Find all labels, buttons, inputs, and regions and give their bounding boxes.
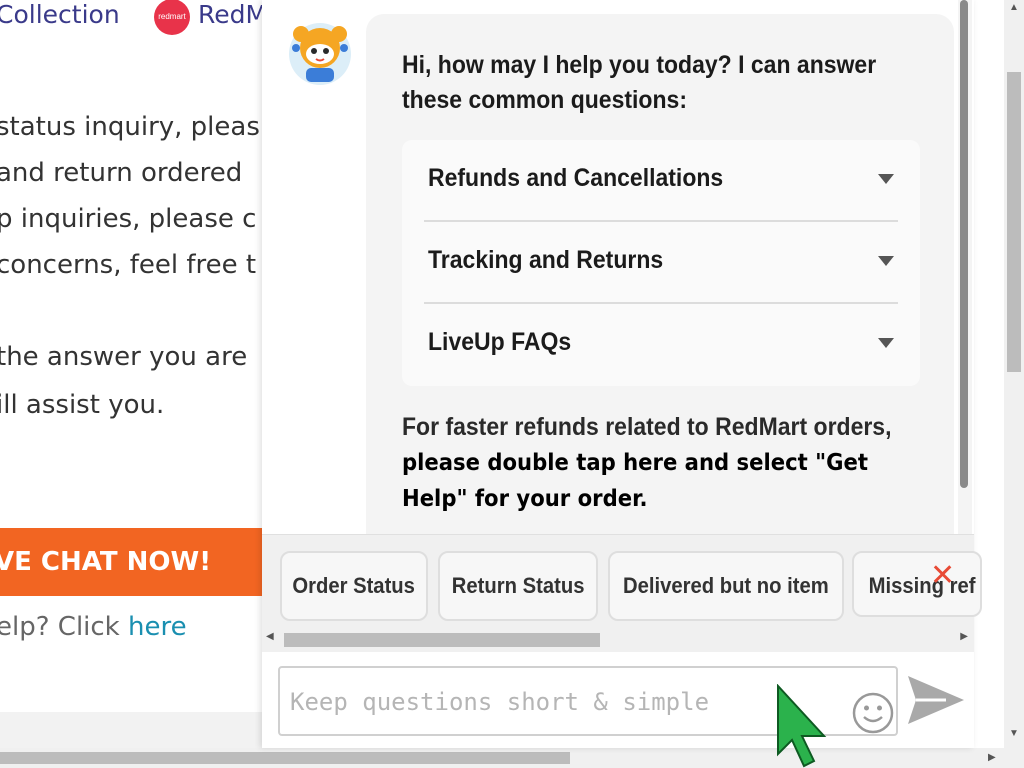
- nav-link-collection[interactable]: Collection: [0, 0, 120, 29]
- bot-greeting: Hi, how may I help you today? I can answ…: [402, 51, 877, 114]
- help-text-line: ill assist you.: [0, 390, 165, 420]
- scrollbar-corner: [1004, 748, 1024, 768]
- page-horizontal-scrollbar[interactable]: ▶: [0, 748, 1004, 768]
- page-horizontal-scroll-thumb[interactable]: [0, 752, 570, 764]
- help-link-line: elp? Click here: [0, 612, 187, 642]
- chat-message-area: Hi, how may I help you today? I can answ…: [262, 0, 974, 534]
- faq-item-label: Refunds and Cancellations: [428, 164, 724, 192]
- nav-link-redmart[interactable]: RedM: [198, 0, 267, 29]
- quick-reply-missing-refund[interactable]: Missing ref: [852, 551, 982, 617]
- faq-item-refunds[interactable]: Refunds and Cancellations: [424, 140, 898, 222]
- help-text-line: and return ordered: [0, 158, 243, 188]
- faq-item-liveup[interactable]: LiveUp FAQs: [424, 304, 898, 384]
- live-chat-button-label: VE CHAT NOW!: [0, 547, 212, 577]
- scroll-down-arrow-icon[interactable]: ▼: [1009, 728, 1019, 739]
- quick-reply-label: Return Status: [451, 573, 585, 598]
- page-vertical-scrollbar[interactable]: ▲ ▼: [1004, 0, 1024, 748]
- help-link-prefix: elp? Click: [0, 612, 129, 642]
- faster-refunds-text: For faster refunds related to RedMart or…: [402, 413, 892, 441]
- close-icon[interactable]: ✕: [930, 561, 955, 591]
- caret-down-icon: [878, 174, 894, 184]
- footer-strip: [0, 712, 262, 748]
- chat-vertical-scroll-thumb[interactable]: [960, 0, 968, 488]
- bot-avatar-icon: [289, 23, 351, 85]
- redmart-logo-icon[interactable]: redmart: [154, 0, 190, 35]
- faq-item-label: Tracking and Returns: [428, 246, 664, 274]
- faster-refunds-message[interactable]: For faster refunds related to RedMart or…: [402, 410, 899, 517]
- chat-input-area: Keep questions short & simple: [262, 652, 974, 748]
- chat-widget: Hi, how may I help you today? I can answ…: [262, 0, 982, 748]
- help-text-line: the answer you are: [0, 342, 248, 372]
- scroll-right-arrow-icon[interactable]: ▶: [988, 752, 996, 763]
- quick-reply-label: Delivered but no item: [623, 573, 829, 598]
- message-input-placeholder: Keep questions short & simple: [290, 688, 710, 716]
- caret-down-icon: [878, 338, 894, 348]
- get-help-instruction[interactable]: please double tap here and select "Get H…: [402, 450, 868, 512]
- quick-replies-bar: Order Status Return Status Delivered but…: [262, 534, 982, 653]
- quick-reply-return-status[interactable]: Return Status: [438, 551, 598, 621]
- scroll-right-arrow-icon[interactable]: ▶: [960, 631, 968, 642]
- help-here-link[interactable]: here: [128, 612, 187, 642]
- quick-replies-scrollbar[interactable]: ◀ ▶: [262, 629, 974, 649]
- mouse-cursor-icon: [777, 684, 827, 768]
- chat-vertical-scrollbar[interactable]: [958, 0, 972, 534]
- quick-reply-delivered-no-item[interactable]: Delivered but no item: [608, 551, 844, 621]
- quick-replies-scroll-thumb[interactable]: [284, 633, 600, 647]
- help-text-line: p inquiries, please c: [0, 204, 257, 234]
- page-vertical-scroll-thumb[interactable]: [1007, 72, 1021, 372]
- caret-down-icon: [878, 256, 894, 266]
- quick-reply-label: Order Status: [292, 573, 416, 598]
- live-chat-button[interactable]: VE CHAT NOW!: [0, 528, 262, 596]
- scroll-up-arrow-icon[interactable]: ▲: [1009, 2, 1019, 13]
- faq-item-label: LiveUp FAQs: [428, 328, 572, 356]
- quick-reply-label: Missing ref: [868, 573, 976, 598]
- faq-accordion: Refunds and Cancellations Tracking and R…: [402, 140, 920, 386]
- scroll-left-arrow-icon[interactable]: ◀: [266, 631, 274, 642]
- quick-reply-order-status[interactable]: Order Status: [280, 551, 428, 621]
- emoji-icon[interactable]: [852, 692, 894, 734]
- help-text-line: concerns, feel free t: [0, 250, 257, 280]
- send-icon[interactable]: [906, 672, 966, 728]
- faq-item-tracking[interactable]: Tracking and Returns: [424, 222, 898, 304]
- help-text-line: status inquiry, pleas: [0, 112, 260, 142]
